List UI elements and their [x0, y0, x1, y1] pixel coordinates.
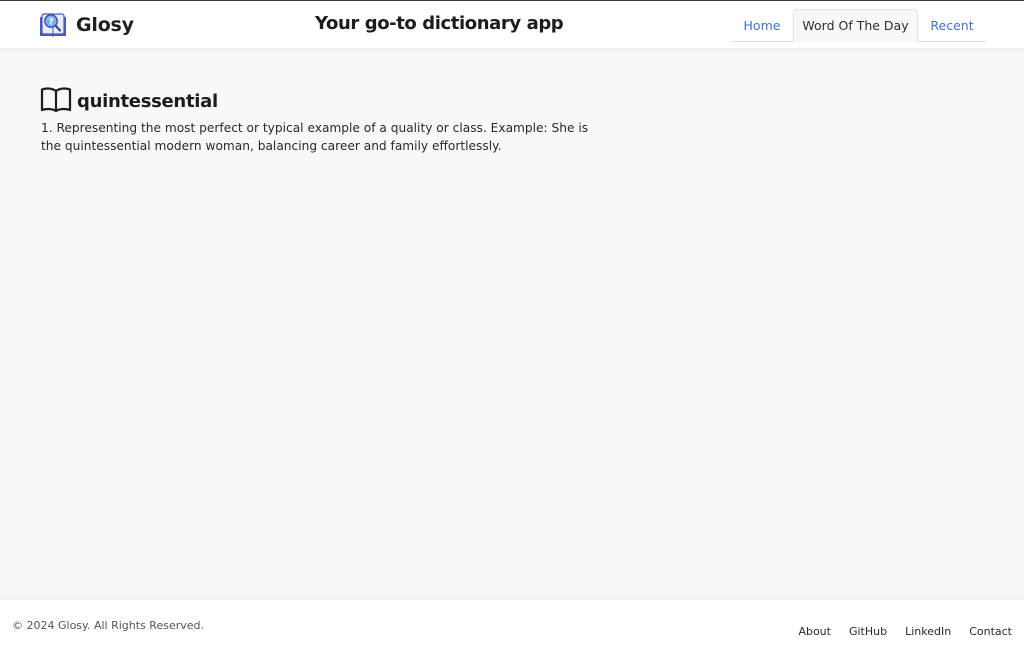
- nav-tabs: Home Word Of The Day Recent: [731, 9, 986, 42]
- app-header: ? Glosy Your go-to dictionary app Home W…: [0, 1, 1024, 49]
- footer-link-contact[interactable]: Contact: [969, 625, 1012, 638]
- footer-links: About GitHub LinkedIn Contact: [798, 625, 1012, 638]
- book-question-logo-icon: ?: [40, 13, 66, 37]
- main-content: quintessential 1. Representing the most …: [0, 50, 1024, 600]
- footer-link-about[interactable]: About: [798, 625, 831, 638]
- word-definition: 1. Representing the most perfect or typi…: [41, 121, 589, 153]
- tab-home[interactable]: Home: [731, 9, 793, 42]
- app-footer: © 2024 Glosy. All Rights Reserved. About…: [0, 600, 1024, 650]
- tab-recent[interactable]: Recent: [918, 9, 986, 42]
- footer-link-linkedin[interactable]: LinkedIn: [905, 625, 951, 638]
- word-title: quintessential: [77, 90, 218, 112]
- open-book-icon: [40, 87, 72, 113]
- tab-word-of-the-day[interactable]: Word Of The Day: [793, 9, 918, 42]
- copyright-text: © 2024 Glosy. All Rights Reserved.: [12, 619, 204, 632]
- brand[interactable]: ? Glosy: [38, 11, 134, 39]
- footer-link-github[interactable]: GitHub: [849, 625, 887, 638]
- svg-text:?: ?: [48, 18, 53, 28]
- word-heading: quintessential: [40, 86, 218, 114]
- brand-name: Glosy: [76, 14, 134, 36]
- page-title: Your go-to dictionary app: [315, 13, 564, 34]
